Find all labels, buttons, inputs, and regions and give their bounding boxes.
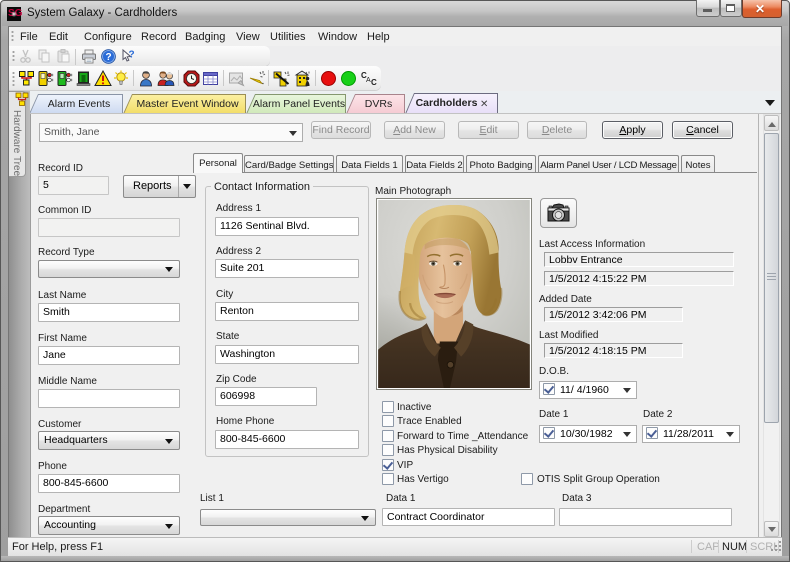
svg-text:?: ? [105, 52, 111, 63]
svg-text:C: C [371, 78, 377, 87]
svg-text:?: ? [128, 50, 134, 61]
